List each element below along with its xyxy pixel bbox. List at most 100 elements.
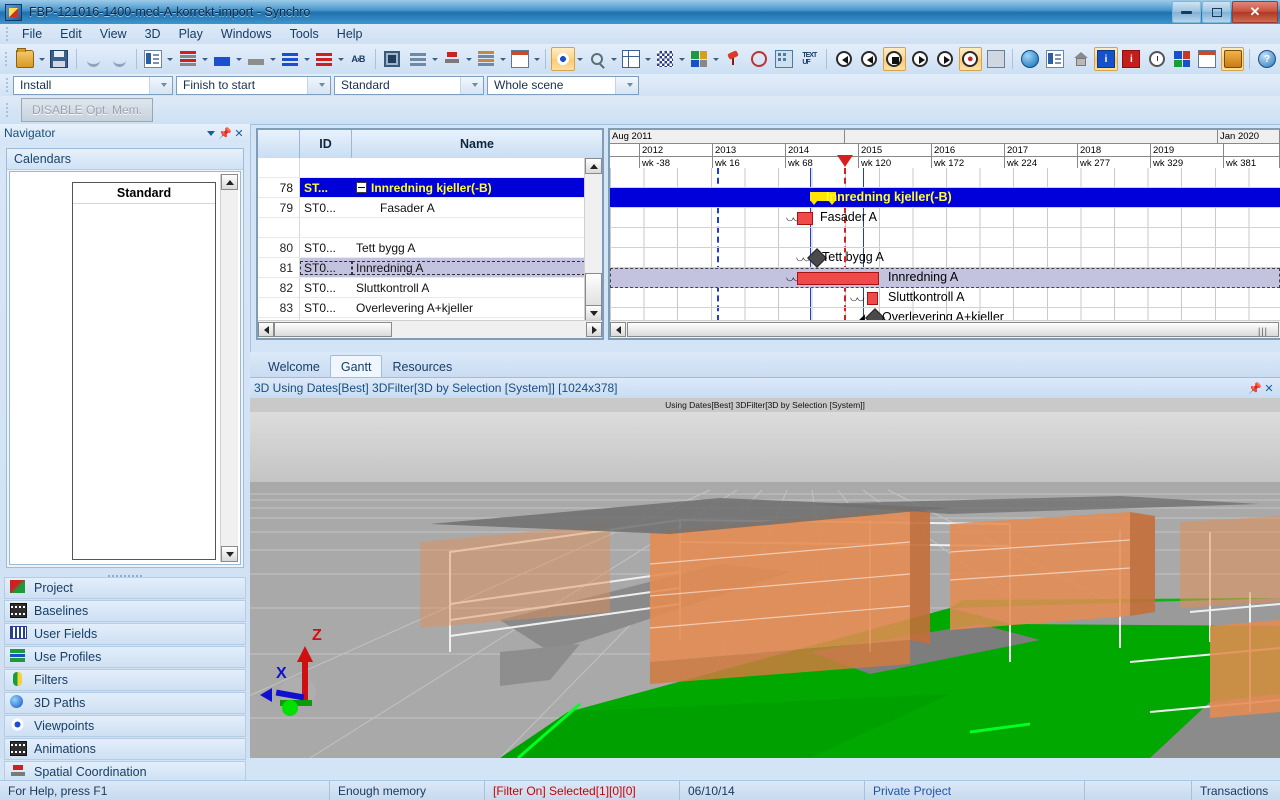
rewind-icon[interactable] (832, 47, 855, 71)
chart-row[interactable]: Innredning kjeller(-B) (610, 188, 1280, 208)
table-row[interactable] (258, 158, 585, 178)
menu-help[interactable]: Help (328, 25, 372, 43)
scroll-down-button[interactable] (221, 546, 238, 562)
stamp-dropdown-icon[interactable] (464, 49, 473, 69)
table-row[interactable]: 83 ST0... Overlevering A+kjeller (258, 298, 585, 318)
help-icon[interactable]: ? (1255, 47, 1278, 71)
sidebar-item-animations[interactable]: Animations (4, 738, 246, 760)
disable-opt-mem-button[interactable]: DISABLE Opt. Mem. (21, 98, 154, 122)
scroll-up-button[interactable] (221, 174, 238, 190)
open-dropdown-icon[interactable] (38, 49, 47, 69)
menu-tools[interactable]: Tools (281, 25, 328, 43)
chevron-down-icon[interactable] (615, 76, 638, 94)
calendar-row[interactable]: Standard (73, 183, 215, 204)
step-forward-icon[interactable] (933, 47, 956, 71)
open-folder-icon[interactable] (14, 47, 37, 71)
stamp-icon[interactable] (440, 47, 463, 71)
scroll-right-button[interactable] (586, 322, 602, 337)
close-icon[interactable]: ✕ (1262, 381, 1276, 395)
assignment-icon[interactable] (508, 47, 531, 71)
save-disk-icon[interactable] (48, 47, 71, 71)
chart-row[interactable] (610, 168, 1280, 188)
info-red-icon[interactable]: i (1120, 47, 1143, 71)
column-header-id[interactable]: ID (300, 130, 352, 158)
sidebar-item-use-profiles[interactable]: Use Profiles (4, 646, 246, 668)
restore-button[interactable] (1202, 1, 1231, 23)
chart-row[interactable]: ◡◡ Tett bygg A (610, 248, 1280, 268)
close-button[interactable]: ✕ (1232, 1, 1278, 23)
table-row[interactable] (258, 218, 585, 238)
scrollbar-thumb[interactable] (274, 322, 392, 337)
chart-row[interactable] (610, 228, 1280, 248)
sidebar-item-viewpoints[interactable]: Viewpoints (4, 715, 246, 737)
calendar-combo[interactable]: Standard (334, 75, 484, 95)
menu-windows[interactable]: Windows (212, 25, 281, 43)
chevron-down-icon[interactable] (149, 76, 172, 94)
grid-dropdown-icon[interactable] (644, 49, 653, 69)
redo-icon[interactable] (107, 47, 130, 71)
eye-3d-dropdown-icon[interactable] (576, 49, 585, 69)
color-bars-icon[interactable] (688, 47, 711, 71)
scrollbar-thumb[interactable]: ||| (627, 322, 1279, 337)
tab-welcome[interactable]: Welcome (258, 356, 330, 377)
globe-icon[interactable] (1018, 47, 1041, 71)
pin-icon[interactable]: 📌 (1248, 381, 1262, 395)
relation-combo[interactable]: Finish to start (176, 75, 331, 95)
new-assignment-dropdown-icon[interactable] (234, 49, 243, 69)
task-grid-vertical-scrollbar[interactable] (584, 158, 602, 321)
task-grid-horizontal-scrollbar[interactable] (258, 320, 602, 338)
memory-toolbar-grip[interactable] (2, 102, 11, 118)
undo-icon[interactable] (82, 47, 105, 71)
link-icon[interactable] (244, 47, 267, 71)
pin-icon[interactable] (722, 47, 745, 71)
table-row[interactable]: 78 ST... Innredning kjeller(-B) (258, 178, 585, 198)
magnifier-icon[interactable] (747, 47, 770, 71)
collapse-expander-icon[interactable] (356, 182, 367, 193)
new-resource-icon[interactable] (176, 47, 199, 71)
stop-icon[interactable] (882, 47, 906, 71)
calendar-icon[interactable] (1196, 47, 1219, 71)
scroll-up-button[interactable] (585, 158, 602, 174)
pin-icon[interactable]: 📌 (218, 126, 232, 140)
chart-row[interactable]: ◡◡ Innredning A (610, 268, 1280, 288)
info-blue-icon[interactable]: i (1094, 47, 1118, 71)
install-combo[interactable]: Install (13, 75, 173, 95)
play-icon[interactable] (908, 47, 931, 71)
new-resource-dropdown-icon[interactable] (200, 49, 209, 69)
checker-icon[interactable] (653, 47, 676, 71)
clock-icon[interactable] (1145, 47, 1168, 71)
sidebar-item-user-fields[interactable]: User Fields (4, 623, 246, 645)
assignment-dropdown-icon[interactable] (532, 49, 541, 69)
column-header-name[interactable]: Name (352, 130, 602, 158)
sidebar-item-baselines[interactable]: Baselines (4, 600, 246, 622)
zoom-dropdown-icon[interactable] (610, 49, 619, 69)
chevron-down-icon[interactable] (1234, 381, 1248, 395)
chevron-down-icon[interactable] (204, 126, 218, 140)
eye-3d-icon[interactable] (551, 47, 575, 71)
close-icon[interactable]: ✕ (232, 126, 246, 140)
sidebar-item-filters[interactable]: Filters (4, 669, 246, 691)
monitor-icon[interactable] (381, 47, 404, 71)
properties-icon[interactable] (1044, 47, 1067, 71)
resource-list-dropdown-icon[interactable] (498, 49, 507, 69)
cart-icon[interactable] (1221, 47, 1245, 71)
task-bar[interactable] (867, 292, 878, 305)
scene-combo[interactable]: Whole scene (487, 75, 639, 95)
step-back-icon[interactable] (857, 47, 880, 71)
task-bar[interactable] (797, 212, 813, 225)
minimize-button[interactable] (1172, 1, 1201, 23)
menu-play[interactable]: Play (170, 25, 212, 43)
menu-edit[interactable]: Edit (51, 25, 91, 43)
house-icon[interactable] (1069, 47, 1092, 71)
new-assignment-icon[interactable] (210, 47, 233, 71)
filter-toolbar-grip[interactable] (2, 77, 11, 93)
color-bars-dropdown-icon[interactable] (712, 49, 721, 69)
text-uf-icon[interactable]: TEXT UF (798, 47, 821, 71)
chart-row[interactable]: ◡◡ Fasader A (610, 208, 1280, 228)
link-dropdown-icon[interactable] (268, 49, 277, 69)
calendar-vertical-scrollbar[interactable] (220, 174, 238, 562)
filmstrip-icon[interactable] (984, 47, 1007, 71)
outdent-dropdown-icon[interactable] (337, 49, 346, 69)
menu-view[interactable]: View (91, 25, 136, 43)
task-bar[interactable] (797, 272, 879, 285)
